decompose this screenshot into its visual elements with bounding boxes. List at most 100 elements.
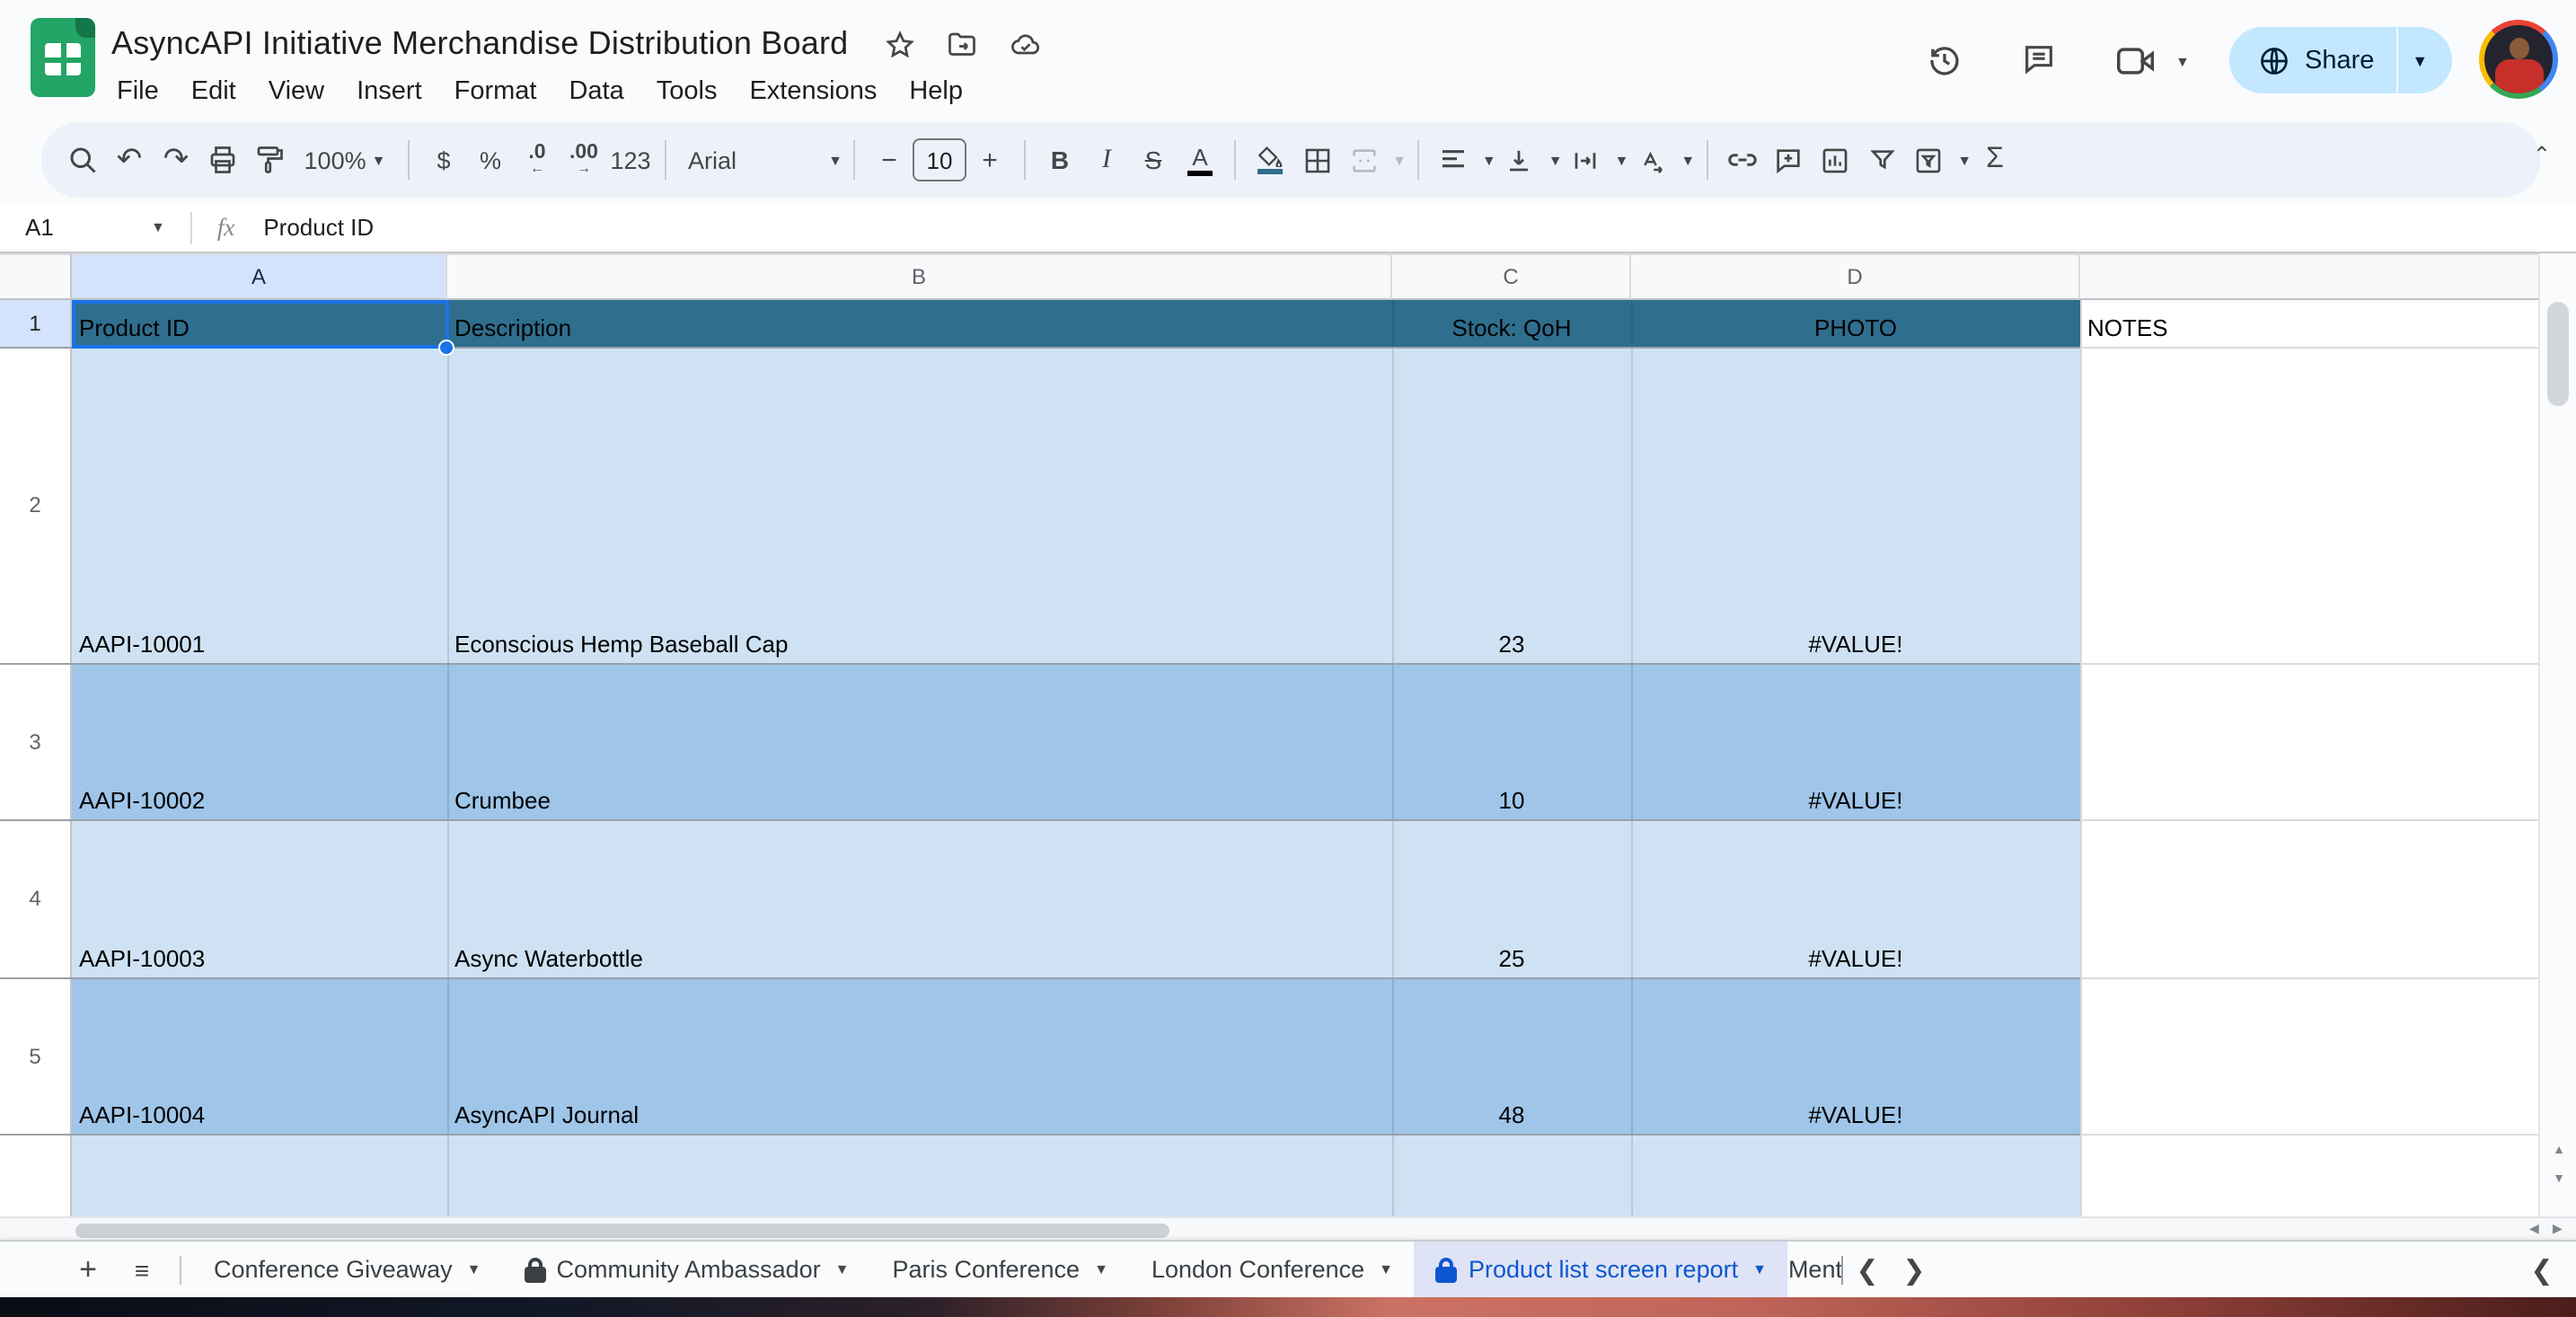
insert-comment-icon[interactable] [1765, 135, 1812, 185]
row-header-4[interactable]: 4 [0, 819, 72, 977]
tab-product-list-screen-report[interactable]: Product list screen report ▼ [1414, 1242, 1788, 1297]
text-wrap-button[interactable] [1563, 135, 1610, 185]
tabs-scroll-left-icon[interactable]: ❮ [1844, 1242, 1891, 1297]
cell-c4[interactable]: 25 [1392, 819, 1631, 977]
cell-d3[interactable]: #VALUE! [1631, 663, 2080, 819]
fill-handle[interactable] [438, 339, 454, 355]
borders-button[interactable] [1293, 135, 1340, 185]
document-title[interactable]: AsyncAPI Initiative Merchandise Distribu… [111, 25, 848, 63]
tab-conference-giveaway[interactable]: Conference Giveaway ▼ [192, 1242, 503, 1297]
cell-e1[interactable]: NOTES [2080, 300, 2538, 347]
paint-format-icon[interactable] [246, 135, 293, 185]
share-button[interactable]: Share ▼ [2229, 27, 2452, 93]
menu-tools[interactable]: Tools [640, 72, 734, 111]
tab-ment-truncated[interactable]: Ment [1788, 1242, 1842, 1297]
column-header-a[interactable]: A [72, 253, 447, 300]
share-dropdown-caret[interactable]: ▼ [2412, 51, 2428, 69]
star-icon[interactable] [884, 29, 916, 70]
decrease-decimal-button[interactable]: .0 ← [514, 135, 560, 185]
formula-input[interactable]: Product ID [263, 214, 374, 241]
row-header-3[interactable]: 3 [0, 663, 72, 819]
bold-button[interactable]: B [1037, 135, 1083, 185]
cell-c2[interactable]: 23 [1392, 347, 1631, 663]
column-header-e[interactable] [2080, 253, 2538, 300]
account-avatar[interactable] [2479, 20, 2558, 99]
tab-paris-conference[interactable]: Paris Conference ▼ [870, 1242, 1129, 1297]
menu-view[interactable]: View [252, 72, 340, 111]
add-sheet-button[interactable]: + [61, 1242, 115, 1297]
cell-c1[interactable]: Stock: QoH [1392, 300, 1631, 347]
filter-views-icon[interactable] [1905, 135, 1952, 185]
comments-icon[interactable] [2021, 41, 2057, 86]
horizontal-scrollbar-thumb[interactable] [75, 1223, 1169, 1237]
scroll-left-icon[interactable]: ◀ [2529, 1222, 2539, 1236]
horizontal-align-caret[interactable]: ▼ [1482, 152, 1496, 168]
create-filter-icon[interactable] [1858, 135, 1905, 185]
format-currency-button[interactable]: $ [420, 135, 467, 185]
cell-d5[interactable]: #VALUE! [1631, 977, 2080, 1134]
scroll-up-icon[interactable]: ▲ [2540, 1145, 2576, 1157]
row-header-5[interactable]: 5 [0, 977, 72, 1134]
cell-c6[interactable] [1392, 1134, 1631, 1216]
vertical-align-button[interactable] [1496, 135, 1543, 185]
meet-dropdown-caret[interactable]: ▼ [2175, 54, 2190, 70]
fill-color-button[interactable] [1247, 135, 1293, 185]
cell-b4[interactable]: Async Waterbottle [447, 819, 1392, 977]
cell-a3[interactable]: AAPI-10002 [72, 663, 447, 819]
row-header-1[interactable]: 1 [0, 300, 72, 347]
cell-a4[interactable]: AAPI-10003 [72, 819, 447, 977]
font-size-input[interactable]: 10 [913, 138, 966, 181]
undo-icon[interactable]: ↶ [106, 135, 153, 185]
increase-decimal-button[interactable]: .00 → [560, 135, 607, 185]
cell-b6[interactable] [447, 1134, 1392, 1216]
cell-d4[interactable]: #VALUE! [1631, 819, 2080, 977]
scroll-right-icon[interactable]: ▶ [2553, 1222, 2563, 1236]
move-folder-icon[interactable] [945, 29, 979, 70]
vertical-scrollbar[interactable]: ▲ ▼ [2538, 253, 2576, 1216]
number-format-button[interactable]: 123 [607, 135, 654, 185]
cell-a5[interactable]: AAPI-10004 [72, 977, 447, 1134]
hide-toolbar-icon[interactable]: ⌃ [2533, 142, 2551, 167]
cloud-saved-icon[interactable] [1008, 29, 1044, 70]
version-history-icon[interactable] [1926, 41, 1963, 88]
text-rotation-caret[interactable]: ▼ [1681, 152, 1695, 168]
text-color-button[interactable]: A [1177, 135, 1223, 185]
select-all-corner[interactable] [0, 253, 72, 300]
italic-button[interactable]: I [1083, 135, 1130, 185]
cell-b5[interactable]: AsyncAPI Journal [447, 977, 1392, 1134]
cell-d6[interactable] [1631, 1134, 2080, 1216]
menu-insert[interactable]: Insert [340, 72, 438, 111]
cell-b3[interactable]: Crumbee [447, 663, 1392, 819]
side-panel-collapse-icon[interactable]: ❮ [2519, 1242, 2565, 1297]
cell-d1[interactable]: PHOTO [1631, 300, 2080, 347]
filter-views-caret[interactable]: ▼ [1957, 152, 1972, 168]
horizontal-scrollbar[interactable]: ◀ ▶ [0, 1216, 2576, 1240]
sheets-logo-icon[interactable] [31, 18, 95, 97]
cell-a6[interactable] [72, 1134, 447, 1216]
column-header-d[interactable]: D [1631, 253, 2080, 300]
menu-edit[interactable]: Edit [175, 72, 252, 111]
cell-c5[interactable]: 48 [1392, 977, 1631, 1134]
merge-cells-button[interactable] [1340, 135, 1387, 185]
vertical-scrollbar-thumb[interactable] [2547, 302, 2569, 406]
zoom-control[interactable]: 100% ▼ [293, 135, 397, 185]
all-sheets-icon[interactable]: ≡ [115, 1242, 169, 1297]
cell-a2[interactable]: AAPI-10001 [72, 347, 447, 663]
increase-font-size-button[interactable]: + [966, 135, 1013, 185]
print-icon[interactable] [199, 135, 246, 185]
scroll-down-icon[interactable]: ▼ [2540, 1173, 2576, 1186]
cell-c3[interactable]: 10 [1392, 663, 1631, 819]
menu-file[interactable]: File [101, 72, 175, 111]
text-wrap-caret[interactable]: ▼ [1615, 152, 1629, 168]
format-percent-button[interactable]: % [467, 135, 514, 185]
cell-b1[interactable]: Description [447, 300, 1392, 347]
strikethrough-button[interactable]: S [1130, 135, 1177, 185]
name-box[interactable]: A1 [0, 214, 151, 241]
horizontal-align-button[interactable] [1430, 135, 1477, 185]
tabs-scroll-right-icon[interactable]: ❯ [1891, 1242, 1937, 1297]
name-box-caret[interactable]: ▼ [151, 219, 165, 235]
decrease-font-size-button[interactable]: − [866, 135, 913, 185]
insert-chart-icon[interactable] [1812, 135, 1858, 185]
font-family-select[interactable]: Arial ▼ [677, 135, 842, 185]
merge-cells-caret[interactable]: ▼ [1392, 152, 1407, 168]
